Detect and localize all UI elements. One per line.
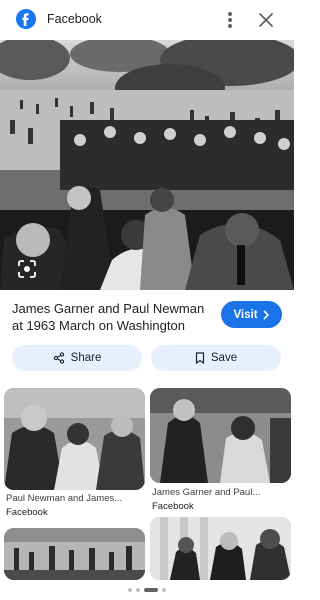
carousel-pager [0, 587, 294, 595]
share-icon [53, 352, 64, 364]
save-button[interactable]: Save [151, 345, 281, 371]
top-bar: Facebook [0, 0, 294, 40]
more-vert-icon[interactable] [222, 10, 238, 30]
related-image-3[interactable] [4, 528, 145, 580]
chevron-right-icon [262, 309, 269, 320]
related-image-2[interactable] [150, 388, 291, 483]
site-name: Facebook [47, 12, 102, 26]
pager-dot [128, 588, 132, 592]
related-source-2: Facebook [152, 501, 194, 512]
bookmark-icon [195, 352, 204, 364]
main-image[interactable] [0, 40, 294, 290]
pager-dot [136, 588, 140, 592]
facebook-logo-icon [16, 9, 36, 29]
google-lens-icon[interactable] [16, 258, 38, 280]
close-icon[interactable] [256, 10, 276, 30]
save-label: Save [210, 352, 238, 364]
related-caption-2[interactable]: James Garner and Paul... [152, 487, 287, 498]
related-image-1[interactable] [4, 388, 145, 490]
related-caption-1[interactable]: Paul Newman and James... [6, 493, 141, 504]
related-source-1: Facebook [6, 507, 48, 518]
pager-dot-active [144, 588, 158, 592]
share-label: Share [70, 352, 102, 364]
result-title: James Garner and Paul Newman at 1963 Mar… [12, 301, 205, 333]
related-image-4[interactable] [150, 517, 291, 580]
visit-button[interactable]: Visit [221, 301, 282, 328]
share-button[interactable]: Share [12, 345, 142, 371]
visit-label: Visit [233, 308, 258, 321]
pager-dot [162, 588, 166, 592]
